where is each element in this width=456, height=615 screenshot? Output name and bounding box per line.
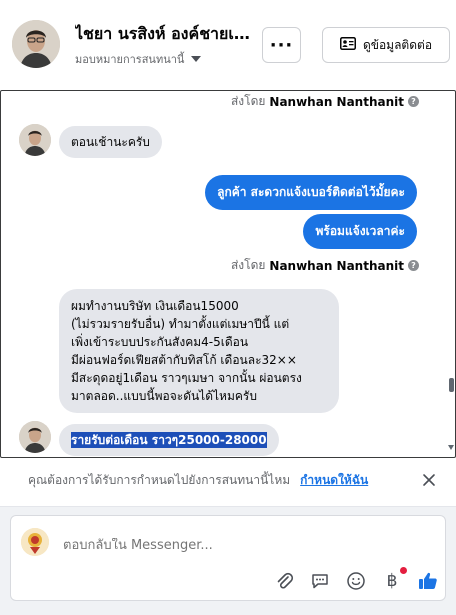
- contact-card-icon: [339, 37, 356, 53]
- message-thread[interactable]: ส่งโดย Nanwhan Nanthanit ? ตอนเช้านะครับ…: [0, 90, 456, 458]
- help-icon[interactable]: ?: [408, 260, 419, 271]
- close-icon[interactable]: [420, 471, 438, 489]
- selected-text: รายรับต่อเดือน ราวๆ25000-28000: [71, 432, 267, 448]
- sent-by-agent: Nanwhan Nanthanit: [269, 94, 404, 109]
- assign-conversation-dropdown[interactable]: มอบหมายการสนทนานี้: [75, 50, 202, 68]
- assign-to-me-link[interactable]: กำหนดให้ฉัน: [300, 471, 368, 490]
- reply-input[interactable]: [63, 538, 423, 553]
- incoming-message[interactable]: รายรับต่อเดือน ราวๆ25000-28000: [59, 424, 279, 456]
- footer-strip: [0, 606, 456, 615]
- notification-dot: [400, 567, 407, 574]
- scroll-thumb[interactable]: [449, 378, 454, 392]
- paperclip-icon[interactable]: [273, 570, 295, 592]
- scroll-down-icon[interactable]: [448, 445, 454, 450]
- baht-icon[interactable]: ฿: [381, 567, 407, 592]
- sent-by-prefix: ส่งโดย: [230, 258, 266, 272]
- reply-composer: ฿: [10, 515, 446, 601]
- emoji-icon[interactable]: [345, 570, 367, 592]
- assign-reminder-bar: คุณต้องการได้รับการกำหนดไปยังการสนทนานี้…: [0, 462, 456, 498]
- thumbs-up-icon[interactable]: [417, 570, 439, 592]
- page-avatar: [21, 528, 49, 556]
- customer-avatar-small: [19, 124, 51, 156]
- sent-by-agent: Nanwhan Nanthanit: [269, 258, 404, 273]
- sent-by-label: ส่งโดย Nanwhan Nanthanit ?: [231, 256, 419, 275]
- sent-by-prefix: ส่งโดย: [230, 94, 266, 108]
- caret-down-icon: [191, 56, 202, 62]
- more-icon: ···: [269, 34, 294, 56]
- chat-bubble-icon[interactable]: [309, 570, 331, 592]
- view-contact-button[interactable]: ดูข้อมูลติดต่อ: [322, 27, 450, 63]
- baht-symbol: ฿: [386, 571, 398, 591]
- help-icon[interactable]: ?: [408, 96, 419, 107]
- outgoing-message[interactable]: ลูกค้า สะดวกแจ้งเบอร์ติดต่อไว้มั้ยคะ: [205, 175, 417, 210]
- more-options-button[interactable]: ···: [262, 27, 301, 63]
- sent-by-label: ส่งโดย Nanwhan Nanthanit ?: [231, 92, 419, 111]
- scrollbar[interactable]: [447, 91, 455, 457]
- composer-area: ฿: [0, 506, 456, 606]
- assign-label: มอบหมายการสนทนานี้: [75, 53, 185, 66]
- outgoing-message[interactable]: พร้อมแจ้งเวลาค่ะ: [303, 214, 417, 249]
- incoming-message[interactable]: ตอนเช้านะครับ: [59, 126, 162, 158]
- incoming-message[interactable]: ผมทำงานบริษัท เงินเดือน15000 (ไม่รวมรายร…: [59, 289, 339, 413]
- view-contact-label: ดูข้อมูลติดต่อ: [362, 37, 433, 52]
- customer-avatar[interactable]: [12, 20, 60, 68]
- assign-reminder-text: คุณต้องการได้รับการกำหนดไปยังการสนทนานี้…: [28, 472, 291, 487]
- customer-avatar-small: [19, 421, 51, 453]
- conversation-header: ไชยา นรสิงห์ องค์ชายเจ้... มอบหมายการสนท…: [0, 0, 456, 90]
- customer-name: ไชยา นรสิงห์ องค์ชายเจ้...: [75, 24, 255, 43]
